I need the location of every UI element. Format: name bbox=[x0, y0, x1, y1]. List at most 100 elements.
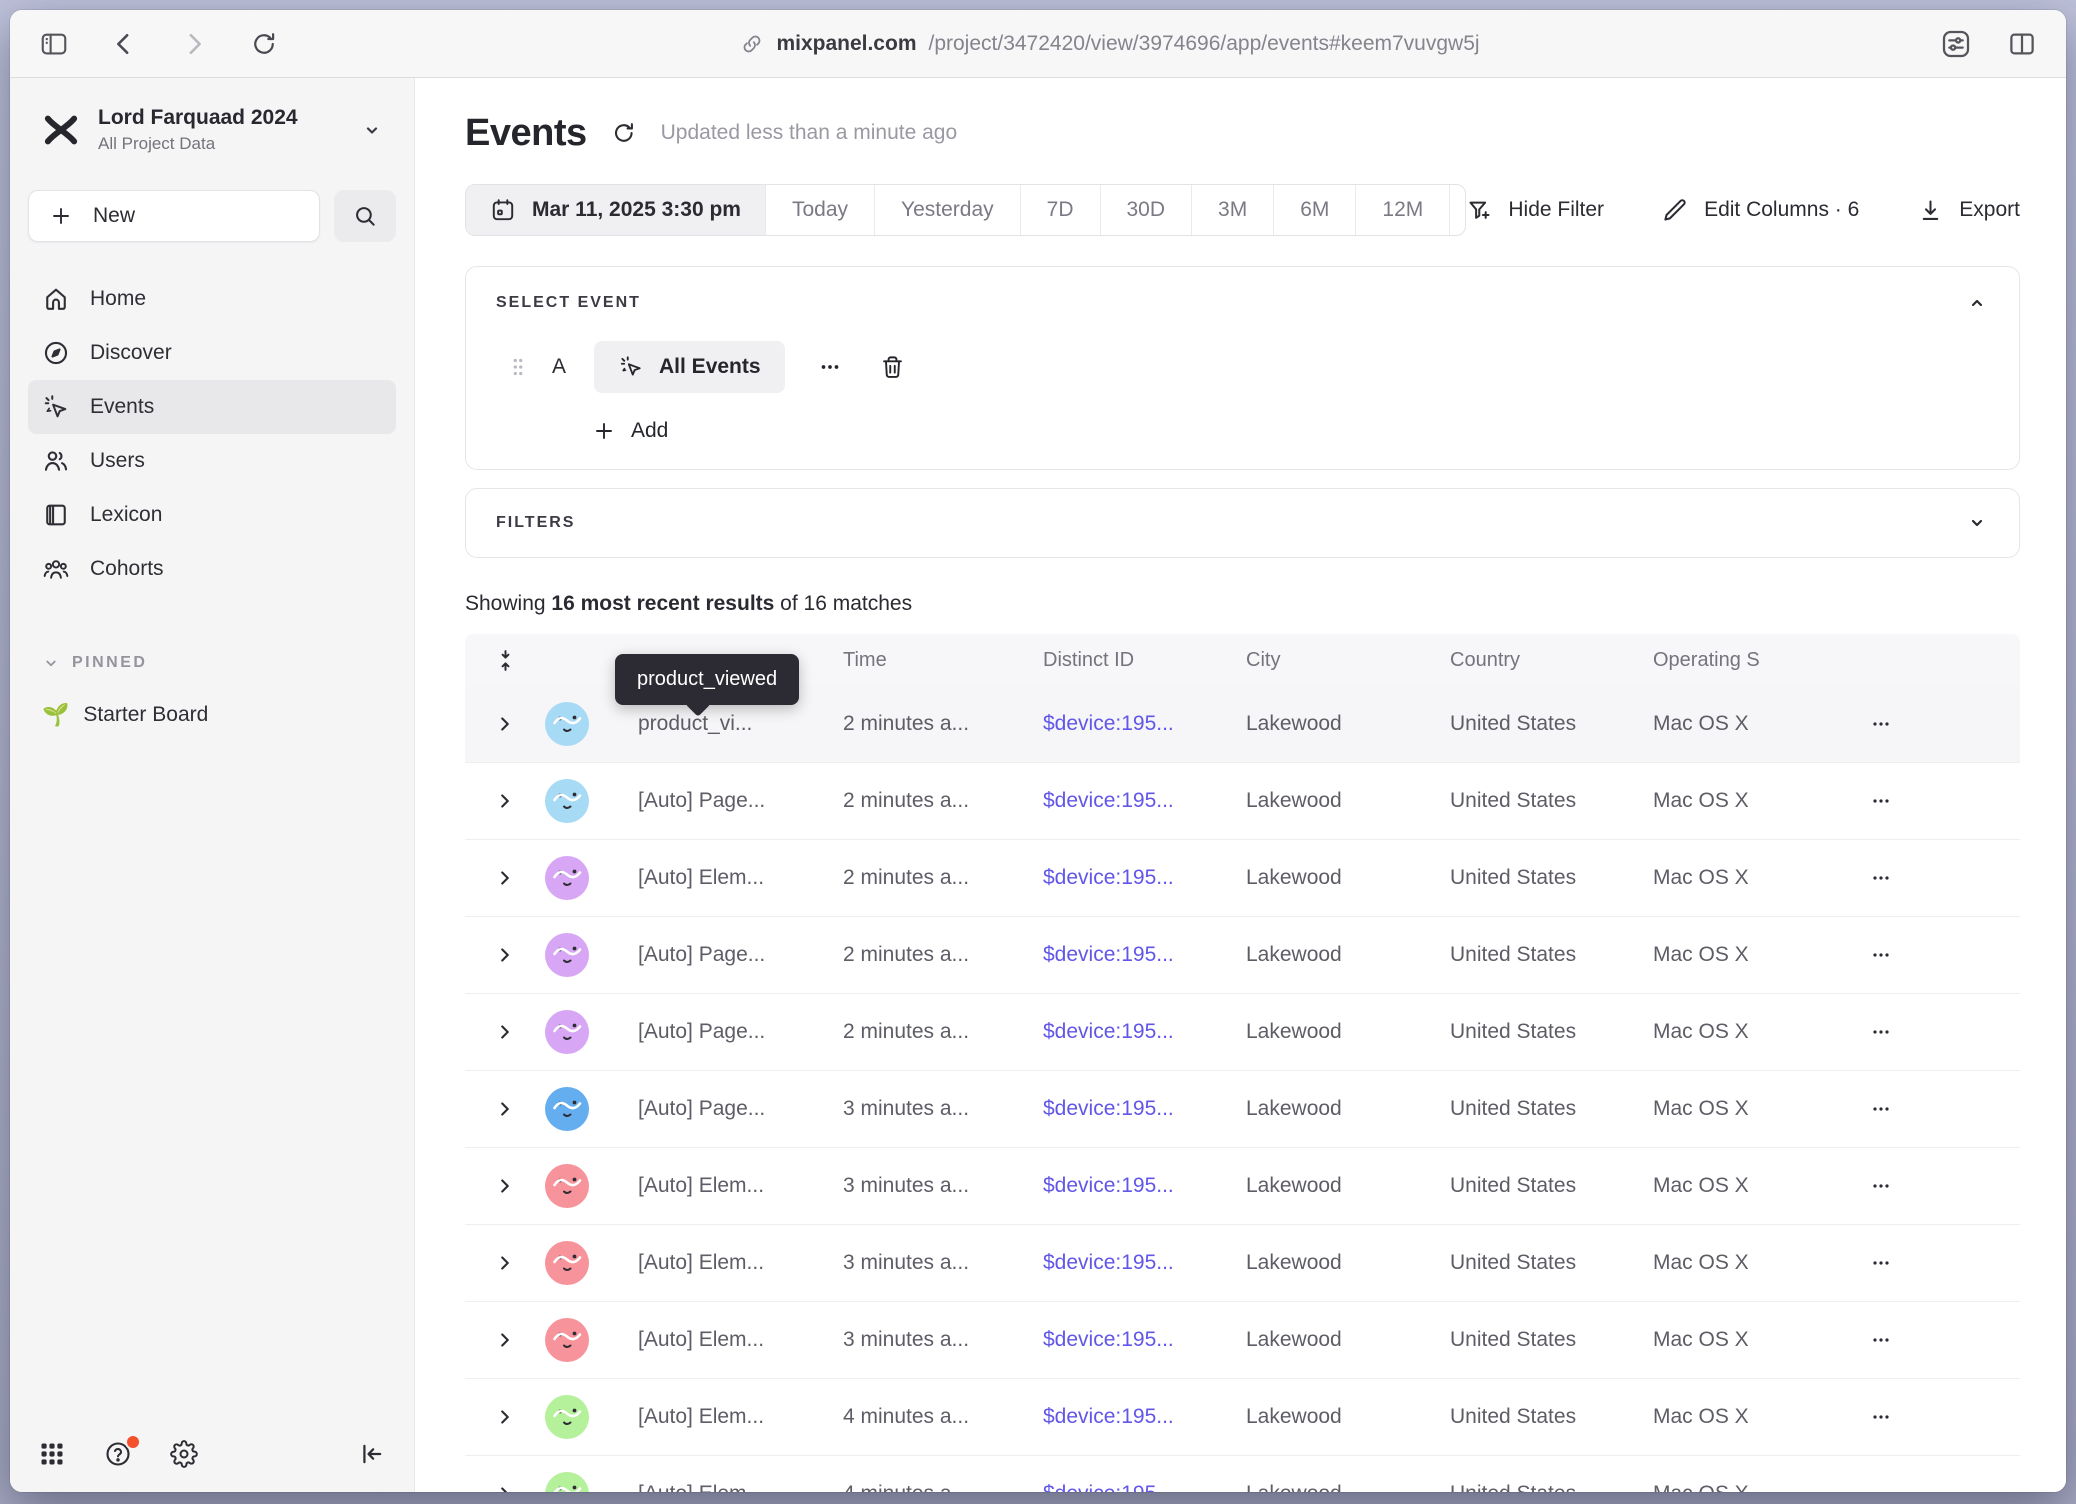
expand-row-chevron-icon[interactable] bbox=[494, 1021, 516, 1043]
row-more-options-icon[interactable] bbox=[1849, 1020, 2020, 1044]
sidebar-item-events[interactable]: Events bbox=[28, 380, 396, 434]
sidebar: Lord Farquaad 2024 All Project Data New bbox=[10, 78, 415, 1492]
table-row[interactable]: [Auto] Elem... 3 minutes a... $device:19… bbox=[465, 1302, 2020, 1379]
range-button-today[interactable]: Today bbox=[765, 185, 874, 235]
pinned-section-header[interactable]: PINNED bbox=[28, 654, 396, 672]
event-name: [Auto] Page... bbox=[611, 1020, 816, 1044]
browser-split-view-icon[interactable] bbox=[2004, 26, 2040, 62]
event-name: [Auto] Page... bbox=[611, 943, 816, 967]
row-more-options-icon[interactable] bbox=[1849, 943, 2020, 967]
row-more-options-icon[interactable] bbox=[1849, 1097, 2020, 1121]
event-os: Mac OS X bbox=[1626, 1328, 1849, 1352]
add-event-button[interactable]: Add bbox=[592, 419, 1989, 443]
collapse-sidebar-icon[interactable] bbox=[356, 1438, 388, 1470]
chevron-down-icon[interactable] bbox=[1965, 511, 1989, 535]
hide-filter-button[interactable]: Hide Filter bbox=[1466, 197, 1604, 224]
row-more-options-icon[interactable] bbox=[1849, 866, 2020, 890]
address-bar[interactable]: mixpanel.com/project/3472420/view/397469… bbox=[282, 32, 1938, 56]
table-row[interactable]: [Auto] Elem... 4 minutes a... $device:19… bbox=[465, 1379, 2020, 1456]
collapse-rows-icon[interactable] bbox=[493, 648, 518, 673]
expand-row-chevron-icon[interactable] bbox=[494, 1406, 516, 1428]
browser-forward-icon[interactable] bbox=[176, 26, 212, 62]
column-header-time[interactable]: Time bbox=[816, 649, 1016, 672]
column-header-city[interactable]: City bbox=[1219, 649, 1423, 672]
edit-columns-button[interactable]: Edit Columns · 6 bbox=[1662, 197, 1859, 224]
browser-reload-icon[interactable] bbox=[246, 26, 282, 62]
expand-row-chevron-icon[interactable] bbox=[494, 944, 516, 966]
help-icon[interactable] bbox=[102, 1438, 134, 1470]
sidebar-item-cohorts[interactable]: Cohorts bbox=[28, 542, 396, 596]
distinct-id-link[interactable]: $device:195... bbox=[1016, 1020, 1219, 1044]
event-selector-chip[interactable]: All Events bbox=[594, 341, 785, 393]
filters-title: FILTERS bbox=[496, 514, 575, 532]
column-header-country[interactable]: Country bbox=[1423, 649, 1626, 672]
export-button[interactable]: Export bbox=[1917, 197, 2020, 224]
drag-handle-icon[interactable] bbox=[510, 354, 526, 380]
distinct-id-link[interactable]: $device:195... bbox=[1016, 789, 1219, 813]
distinct-id-link[interactable]: $device:195... bbox=[1016, 1405, 1219, 1429]
trash-icon[interactable] bbox=[879, 354, 906, 381]
table-row[interactable]: [Auto] Elem... 3 minutes a... $device:19… bbox=[465, 1225, 2020, 1302]
event-name: [Auto] Page... bbox=[611, 789, 816, 813]
range-button-xtd[interactable]: XTD bbox=[1449, 185, 1466, 235]
table-row[interactable]: [Auto] Page... 2 minutes a... $device:19… bbox=[465, 763, 2020, 840]
distinct-id-link[interactable]: $device:195... bbox=[1016, 866, 1219, 890]
expand-row-chevron-icon[interactable] bbox=[494, 790, 516, 812]
row-more-options-icon[interactable] bbox=[1849, 1174, 2020, 1198]
pinned-item-label: Starter Board bbox=[83, 703, 208, 727]
sidebar-item-users[interactable]: Users bbox=[28, 434, 396, 488]
table-row[interactable]: [Auto] Elem... 4 minutes a... $device:19… bbox=[465, 1456, 2020, 1492]
table-row[interactable]: [Auto] Elem... 3 minutes a... $device:19… bbox=[465, 1148, 2020, 1225]
search-button[interactable] bbox=[334, 190, 396, 242]
expand-row-chevron-icon[interactable] bbox=[494, 1098, 516, 1120]
sidebar-item-starter-board[interactable]: 🌱 Starter Board bbox=[28, 688, 396, 742]
distinct-id-link[interactable]: $device:195... bbox=[1016, 1251, 1219, 1275]
column-header-operating-system[interactable]: Operating S bbox=[1626, 649, 1849, 672]
row-more-options-icon[interactable] bbox=[1849, 789, 2020, 813]
row-more-options-icon[interactable] bbox=[1849, 1482, 2020, 1492]
distinct-id-link[interactable]: $device:195... bbox=[1016, 943, 1219, 967]
gear-icon[interactable] bbox=[168, 1438, 200, 1470]
expand-row-chevron-icon[interactable] bbox=[494, 1329, 516, 1351]
range-button-30d[interactable]: 30D bbox=[1100, 185, 1192, 235]
distinct-id-link[interactable]: $device:195... bbox=[1016, 1328, 1219, 1352]
column-header-distinct-id[interactable]: Distinct ID bbox=[1016, 649, 1219, 672]
apps-grid-icon[interactable] bbox=[36, 1438, 68, 1470]
expand-row-chevron-icon[interactable] bbox=[494, 1483, 516, 1492]
range-button-6m[interactable]: 6M bbox=[1273, 185, 1355, 235]
expand-row-chevron-icon[interactable] bbox=[494, 1175, 516, 1197]
table-row[interactable]: [Auto] Elem... 2 minutes a... $device:19… bbox=[465, 840, 2020, 917]
more-options-icon[interactable] bbox=[817, 354, 843, 380]
row-more-options-icon[interactable] bbox=[1849, 1328, 2020, 1352]
sidebar-item-discover[interactable]: Discover bbox=[28, 326, 396, 380]
project-switcher[interactable]: Lord Farquaad 2024 All Project Data bbox=[28, 106, 396, 154]
table-row[interactable]: [Auto] Page... 3 minutes a... $device:19… bbox=[465, 1071, 2020, 1148]
browser-settings-sliders-icon[interactable] bbox=[1938, 26, 1974, 62]
browser-sidebar-toggle-icon[interactable] bbox=[36, 26, 72, 62]
row-more-options-icon[interactable] bbox=[1849, 712, 2020, 736]
range-button-yesterday[interactable]: Yesterday bbox=[874, 185, 1020, 235]
chevron-up-icon[interactable] bbox=[1965, 291, 1989, 315]
distinct-id-link[interactable]: $device:195... bbox=[1016, 1097, 1219, 1121]
row-more-options-icon[interactable] bbox=[1849, 1251, 2020, 1275]
expand-row-chevron-icon[interactable] bbox=[494, 867, 516, 889]
sidebar-item-home[interactable]: Home bbox=[28, 272, 396, 326]
refresh-icon[interactable] bbox=[609, 118, 639, 148]
distinct-id-link[interactable]: $device:195... bbox=[1016, 712, 1219, 736]
date-picker-button[interactable]: Mar 11, 2025 3:30 pm bbox=[466, 185, 765, 235]
table-row[interactable]: [Auto] Page... 2 minutes a... $device:19… bbox=[465, 917, 2020, 994]
range-button-12m[interactable]: 12M bbox=[1355, 185, 1449, 235]
event-os: Mac OS X bbox=[1626, 866, 1849, 890]
range-button-3m[interactable]: 3M bbox=[1191, 185, 1273, 235]
date-range-label: Mar 11, 2025 3:30 pm bbox=[532, 198, 741, 222]
range-button-7d[interactable]: 7D bbox=[1020, 185, 1100, 235]
row-more-options-icon[interactable] bbox=[1849, 1405, 2020, 1429]
table-row[interactable]: [Auto] Page... 2 minutes a... $device:19… bbox=[465, 994, 2020, 1071]
expand-row-chevron-icon[interactable] bbox=[494, 713, 516, 735]
browser-back-icon[interactable] bbox=[106, 26, 142, 62]
distinct-id-link[interactable]: $device:195... bbox=[1016, 1482, 1219, 1492]
distinct-id-link[interactable]: $device:195... bbox=[1016, 1174, 1219, 1198]
sidebar-item-lexicon[interactable]: Lexicon bbox=[28, 488, 396, 542]
expand-row-chevron-icon[interactable] bbox=[494, 1252, 516, 1274]
new-button[interactable]: New bbox=[28, 190, 320, 242]
